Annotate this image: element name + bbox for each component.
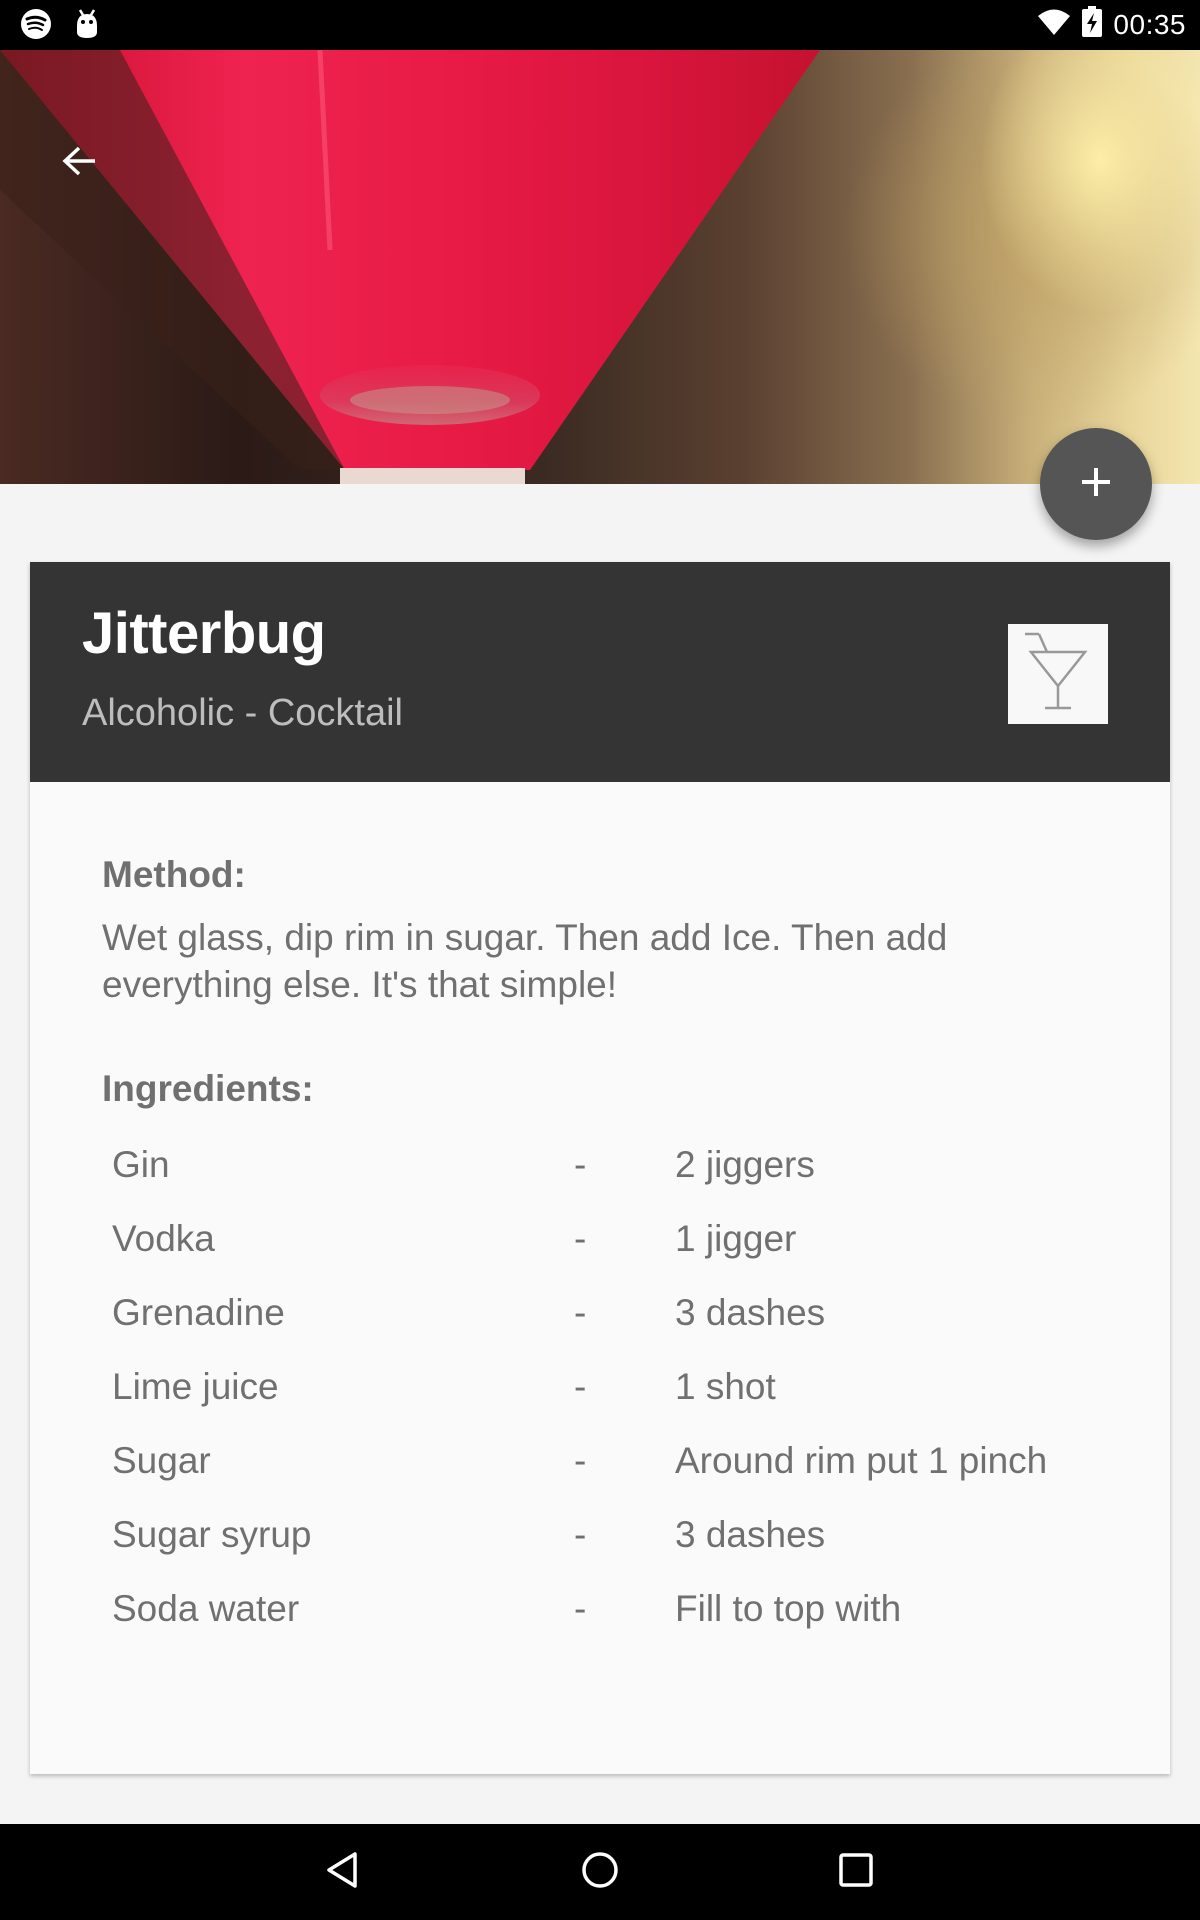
ingredient-name: Grenadine [112, 1292, 285, 1333]
ingredients-list: Gin - 2 jiggers Vodka - 1 jigger Grenadi… [112, 1144, 1112, 1662]
ingredient-measure: 2 jiggers [675, 1144, 815, 1185]
status-bar: 00:35 [0, 0, 1200, 50]
ingredient-name: Sugar syrup [112, 1514, 312, 1555]
ingredient-measure: Around rim put 1 pinch [675, 1440, 1048, 1481]
recents-square-icon [836, 1850, 876, 1895]
battery-charging-icon [1081, 6, 1103, 43]
drink-category: Alcoholic - Cocktail [82, 692, 403, 734]
back-triangle-icon [323, 1850, 363, 1895]
ingredient-measure: 3 dashes [675, 1292, 826, 1333]
ingredient-row: Vodka - 1 jigger [112, 1218, 1112, 1292]
nav-home-button[interactable] [570, 1842, 630, 1902]
cocktail-glass-icon [1023, 630, 1093, 719]
ingredient-measure: Fill to top with [675, 1588, 902, 1629]
ingredient-name: Lime juice [112, 1366, 279, 1407]
ingredient-name: Soda water [112, 1588, 300, 1629]
plus-icon [1080, 466, 1112, 503]
drink-details-card: Jitterbug Alcoholic - Cocktail Method: W… [30, 562, 1170, 1774]
card-header: Jitterbug Alcoholic - Cocktail [30, 562, 1170, 782]
ingredient-name: Vodka [112, 1218, 215, 1259]
ingredient-separator: - [574, 1588, 587, 1629]
android-debug-icon [72, 8, 102, 45]
ingredient-row: Soda water - Fill to top with [112, 1588, 1112, 1662]
add-favorite-fab[interactable] [1040, 428, 1152, 540]
ingredient-row: Grenadine - 3 dashes [112, 1292, 1112, 1366]
ingredient-row: Sugar syrup - 3 dashes [112, 1514, 1112, 1588]
ingredient-separator: - [574, 1440, 587, 1481]
status-time: 00:35 [1113, 8, 1186, 40]
drink-name: Jitterbug [82, 601, 326, 666]
ingredient-measure: 1 shot [675, 1366, 776, 1407]
home-circle-icon [580, 1850, 620, 1895]
ingredient-row: Lime juice - 1 shot [112, 1366, 1112, 1440]
ingredient-row: Gin - 2 jiggers [112, 1144, 1112, 1218]
ingredient-separator: - [574, 1514, 587, 1555]
glass-type-thumbnail [1008, 624, 1108, 724]
ingredient-separator: - [574, 1366, 587, 1407]
nav-recents-button[interactable] [826, 1842, 886, 1902]
ingredient-measure: 1 jigger [675, 1218, 797, 1259]
back-button[interactable] [50, 138, 110, 188]
wifi-icon [1037, 7, 1071, 42]
ingredients-heading: Ingredients: [102, 1068, 314, 1109]
ingredient-measure: 3 dashes [675, 1514, 826, 1555]
ingredient-row: Sugar - Around rim put 1 pinch [112, 1440, 1112, 1514]
nav-back-button[interactable] [313, 1842, 373, 1902]
method-text: Wet glass, dip rim in sugar. Then add Ic… [102, 917, 948, 1005]
ingredient-separator: - [574, 1144, 587, 1185]
ingredient-name: Sugar [112, 1440, 211, 1481]
spotify-icon [20, 8, 52, 45]
arrow-back-icon [62, 145, 98, 182]
ingredient-separator: - [574, 1292, 587, 1333]
drink-hero-image [0, 50, 1200, 484]
ingredient-name: Gin [112, 1144, 170, 1185]
cocktail-photo [0, 50, 820, 484]
system-navigation-bar [0, 1824, 1200, 1920]
method-heading: Method: [102, 854, 246, 895]
ingredient-separator: - [574, 1218, 587, 1259]
